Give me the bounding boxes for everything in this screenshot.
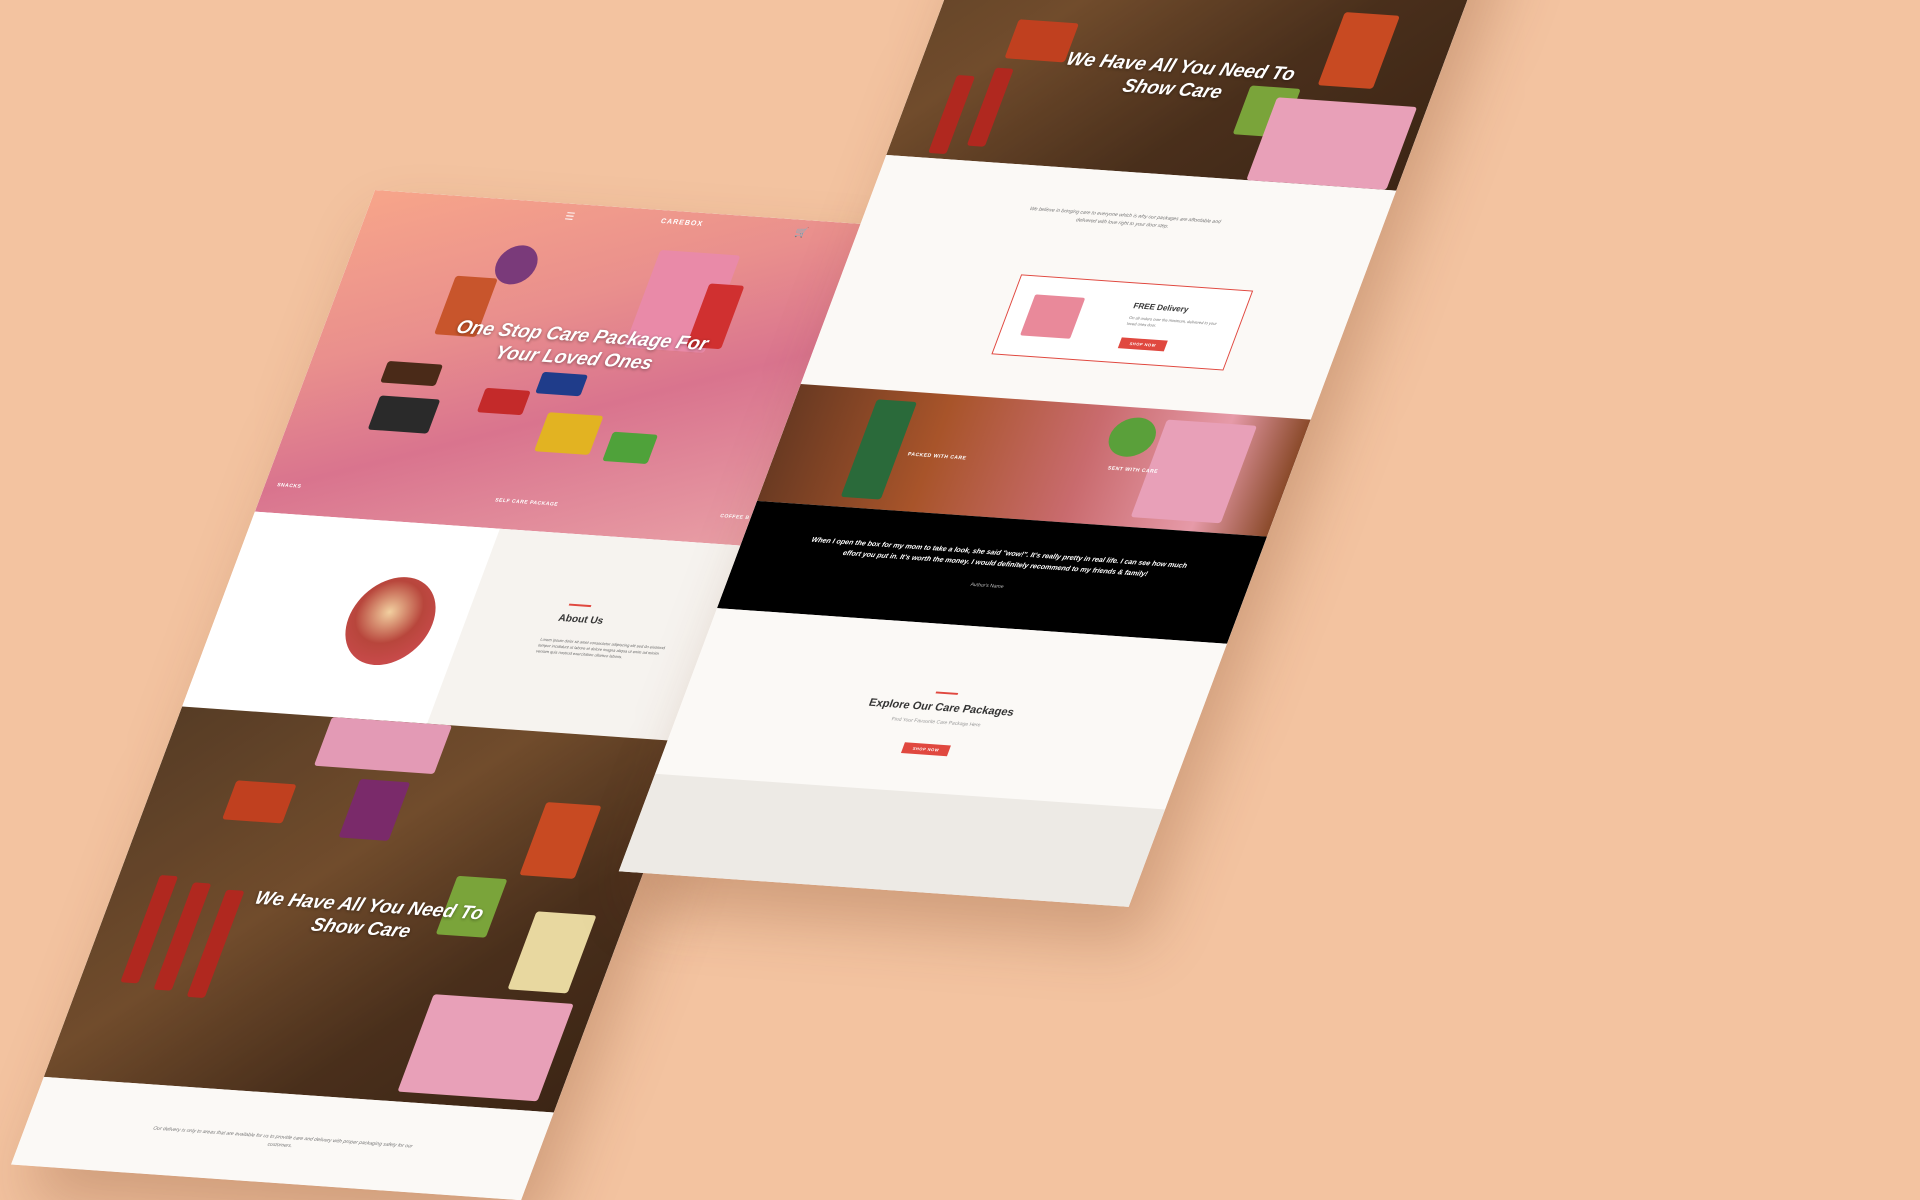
about-accent-line [568, 603, 592, 608]
about-title: About Us [556, 612, 606, 627]
footer-text: Our delivery is only to areas that are a… [152, 1125, 414, 1150]
intro-text: We believe in bringing care to everyone … [1028, 206, 1222, 230]
delivery-text: On all orders over the minimum, delivere… [1126, 315, 1218, 328]
category-coffee[interactable]: COFFEE B [719, 513, 750, 521]
product-pack [602, 431, 659, 465]
delivery-title: FREE Delivery [1132, 301, 1190, 314]
product-starbucks [840, 399, 918, 500]
product-lotus [519, 802, 602, 879]
site-logo[interactable]: CAREBOX [660, 218, 705, 228]
explore-button-wrap: SHOP NOW [669, 720, 1186, 773]
product-bag [534, 412, 604, 455]
about-section: About Us Lorem ipsum dolor sit amet cons… [182, 511, 765, 743]
bag-icon[interactable]: 🛒 [793, 228, 809, 240]
banner-label-left[interactable]: PACKED WITH CARE [907, 452, 968, 462]
about-image [332, 574, 449, 668]
hamburger-icon[interactable]: ☰ [563, 211, 576, 222]
product-snickers [380, 360, 444, 387]
product-plant [489, 243, 544, 286]
product-oreo [535, 371, 589, 397]
about-text: Lorem ipsum dolor sit amet consectetur a… [535, 636, 666, 660]
delivery-section: We believe in bringing care to everyone … [800, 154, 1397, 420]
product-snack [476, 387, 531, 416]
product-pink-lid [313, 716, 453, 775]
product-sachet [338, 778, 411, 841]
category-snacks[interactable]: SNACKS [276, 482, 302, 490]
product-plant [1102, 416, 1163, 459]
category-self-care[interactable]: SELF CARE PACKAGE [494, 497, 559, 507]
explore-shop-button[interactable]: SHOP NOW [900, 742, 952, 757]
delivery-card: FREE Delivery On all orders over the min… [991, 274, 1254, 371]
explore-accent-line [935, 691, 959, 695]
product-chocolate [367, 395, 441, 434]
product-pink-box [397, 994, 574, 1102]
feature-section: We Have All You Need To Show Care [43, 706, 693, 1113]
delivery-shop-button[interactable]: SHOP NOW [1117, 337, 1168, 352]
gift-box-image [1019, 294, 1086, 339]
product-coffee-can [222, 780, 297, 824]
